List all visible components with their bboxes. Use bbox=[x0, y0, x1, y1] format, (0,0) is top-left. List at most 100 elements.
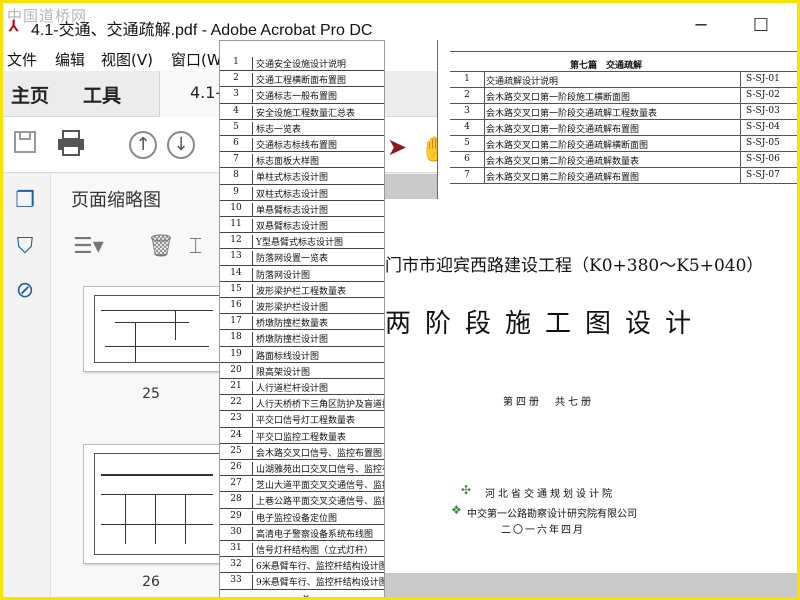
table-divider bbox=[740, 168, 741, 184]
scroll-down-icon[interactable]: ⌄ bbox=[223, 587, 389, 597]
drawing-index-number: 25 bbox=[220, 445, 253, 459]
drawing-index-row: 1 交通安全设施设计说明 bbox=[220, 55, 384, 72]
drawing-index-row: 5 标志一览表 bbox=[220, 120, 384, 136]
drawing-index-number: 18 bbox=[220, 332, 253, 346]
drawing-index-row: 13 防落网设置一览表 bbox=[220, 249, 384, 266]
select-pointer-icon[interactable]: ➤ bbox=[381, 131, 413, 163]
drawing-index-row: 8 单柱式标志设计图 bbox=[220, 168, 384, 185]
table-divider bbox=[740, 152, 741, 168]
volume-number: 第四册 共七册 bbox=[503, 397, 594, 408]
drawing-index-title: 交通标志一般布置图 bbox=[256, 92, 338, 103]
section-7-name: 会木路交叉口第一阶段施工横断面图 bbox=[486, 93, 631, 103]
section-7-table: 第七篇 交通疏解 1 交通疏解设计说明 S-SJ-01 2 会木路交叉口第一阶段施工横断… bbox=[437, 40, 797, 200]
drawing-index-row: 19 路面标线设计图 bbox=[220, 347, 384, 363]
section-7-code: S-SJ-05 bbox=[746, 138, 780, 148]
drawing-index-row: 4 安全设施工程数量汇总表 bbox=[220, 104, 384, 120]
tab-tools[interactable]: 工具 bbox=[83, 81, 121, 108]
drawing-index-title: 芝山大道平面交叉交通信号、监控 bbox=[256, 481, 385, 492]
drawing-index-row: 18 桥墩防撞栏设计图 bbox=[220, 330, 384, 347]
table-divider bbox=[484, 152, 485, 168]
drawing-index-number: 7 bbox=[220, 154, 253, 168]
section-7-name: 会木路交叉口第一阶段交通疏解布置图 bbox=[486, 125, 640, 135]
menu-window[interactable]: 窗口(W bbox=[171, 49, 222, 70]
drawing-index-number: 21 bbox=[220, 381, 253, 395]
drawing-index-number: 20 bbox=[220, 364, 253, 378]
previous-page-icon[interactable]: ↑ bbox=[129, 131, 157, 159]
drawing-index-row: 3 交通标志一般布置图 bbox=[220, 87, 384, 104]
bookmark-icon[interactable]: ⛉ bbox=[11, 234, 39, 262]
attachment-icon[interactable]: ⊘ bbox=[11, 278, 39, 306]
institute-logo-icon: ✣ bbox=[461, 483, 472, 497]
section-7-row: 3 会木路交叉口第一阶段交通疏解工程数量表 S-SJ-03 bbox=[450, 104, 797, 120]
panel-title: 页面缩略图 bbox=[71, 190, 161, 211]
page-thumbnails-icon[interactable]: ❐ bbox=[11, 188, 39, 216]
drawing-index-title: 人行天桥桥下三角区防护及盲道措 bbox=[256, 400, 385, 411]
drawing-index-number: 1 bbox=[220, 57, 253, 71]
drawing-index-number: 32 bbox=[220, 559, 253, 573]
project-name: 门市市迎宾西路建设工程（K0+380～K5+040） bbox=[385, 256, 764, 276]
drawing-index-title: 平交口监控工程数量表 bbox=[256, 432, 347, 443]
maximize-button[interactable]: ☐ bbox=[743, 15, 779, 37]
drawing-index-number: 12 bbox=[220, 235, 253, 249]
minimize-button[interactable]: ─ bbox=[683, 15, 719, 37]
drawing-index-title: 双悬臂标志设计图 bbox=[256, 222, 329, 232]
section-7-code: S-SJ-02 bbox=[746, 90, 780, 100]
drawing-index-number: 5 bbox=[220, 121, 253, 135]
drawing-index-row: 2 交通工程横断面布置图 bbox=[220, 71, 384, 88]
section-7-row: 2 会木路交叉口第一阶段施工横断面图 S-SJ-02 bbox=[450, 88, 797, 104]
drawing-index-number: 3 bbox=[220, 89, 253, 103]
table-divider bbox=[740, 104, 741, 120]
drawing-index-number: 24 bbox=[220, 429, 253, 443]
drawing-index-row: 25 会木路交叉口信号、监控布置图 bbox=[220, 444, 384, 460]
drawing-index-row: 11 双悬臂标志设计图 bbox=[220, 217, 384, 234]
section-7-no: 3 bbox=[464, 106, 470, 116]
menu-view[interactable]: 视图(V) bbox=[101, 49, 153, 70]
section-7-code: S-SJ-04 bbox=[746, 122, 780, 132]
next-page-icon[interactable]: ↓ bbox=[167, 131, 195, 159]
drawing-index-number: 19 bbox=[220, 348, 253, 362]
section-7-header: 第七篇 交通疏解 bbox=[570, 61, 643, 71]
page-thumbnail[interactable] bbox=[83, 444, 231, 564]
table-divider bbox=[484, 136, 485, 152]
table-divider bbox=[740, 72, 741, 88]
thumbnail-options-icon[interactable]: ☰▾ bbox=[73, 234, 104, 259]
section-7-code: S-SJ-01 bbox=[746, 74, 780, 84]
table-divider bbox=[484, 104, 485, 120]
drawing-index-number: 30 bbox=[220, 526, 253, 540]
drawing-index-row: 20 限高架设计图 bbox=[220, 363, 384, 379]
print-icon[interactable] bbox=[55, 129, 87, 161]
drawing-index-number: 28 bbox=[220, 494, 253, 508]
pdf-app-icon: ⅄ bbox=[9, 18, 19, 35]
drawing-index-title: 路面标线设计图 bbox=[256, 351, 320, 362]
section-7-row: 5 会木路交叉口第二阶段交通疏解横断面图 S-SJ-05 bbox=[450, 136, 797, 152]
drawing-index-number: 9 bbox=[220, 186, 253, 200]
section-7-name: 会木路交叉口第二阶段交通疏解横断面图 bbox=[486, 141, 649, 151]
drawing-index-row: 30 高清电子警察设备系统布线图 bbox=[220, 525, 384, 541]
thumbnail-drawing bbox=[94, 295, 220, 363]
drawing-index-title: 标志面板大样图 bbox=[256, 157, 320, 168]
thumbnail-drawing bbox=[94, 453, 220, 555]
page-thumbnail[interactable] bbox=[83, 286, 231, 372]
drawing-index-row: 21 人行道栏杆设计图 bbox=[220, 379, 384, 396]
menu-file[interactable]: 文件 bbox=[7, 49, 37, 70]
menu-edit[interactable]: 编辑 bbox=[55, 49, 85, 70]
drawing-index-title: Y型悬臂式标志设计图 bbox=[256, 238, 343, 249]
extract-icon[interactable]: ⌶ bbox=[189, 234, 202, 259]
save-icon[interactable] bbox=[9, 129, 41, 161]
drawing-index-title: 防落网设置一览表 bbox=[256, 254, 329, 265]
drawing-index-row: 24 平交口监控工程数量表 bbox=[220, 428, 384, 444]
drawing-index-number: 17 bbox=[220, 316, 253, 330]
drawing-index-title: 高清电子警察设备系统布线图 bbox=[256, 529, 374, 540]
drawing-index-row: 28 上巷公路平面交叉交通信号、监控 bbox=[220, 492, 384, 509]
table-divider bbox=[740, 136, 741, 152]
drawing-index-title: 交通工程横断面布置图 bbox=[256, 76, 347, 87]
drawing-index-title: 桥墩防撞栏设计图 bbox=[256, 335, 329, 346]
acrobat-window: 中国道桥网 ⅄ 4.1-交通、交通疏解.pdf - Adobe Acrobat … bbox=[0, 0, 800, 600]
tab-home[interactable]: 主页 bbox=[11, 81, 49, 108]
drawing-index-number: 31 bbox=[220, 543, 253, 557]
drawing-index-title: 单柱式标志设计图 bbox=[256, 173, 329, 184]
company-name: 中交第一公路勘察设计研究院有限公司 bbox=[467, 509, 637, 520]
drawing-index-title: 波形梁护栏设计图 bbox=[256, 303, 329, 313]
delete-icon[interactable]: 🗑 bbox=[147, 234, 175, 259]
drawing-index-number: 27 bbox=[220, 478, 253, 492]
